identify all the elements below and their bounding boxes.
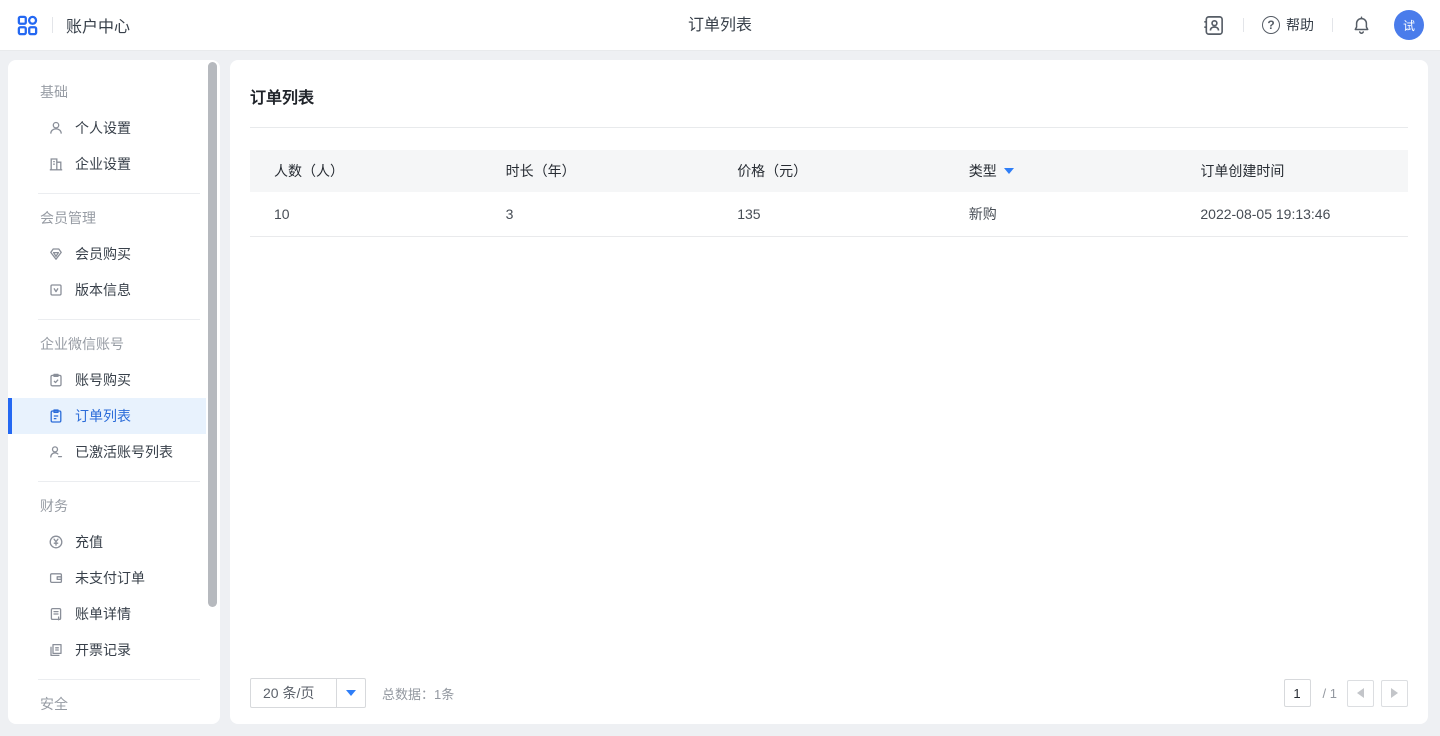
sidebar-divider: [38, 319, 200, 320]
sidebar-section-membership: 会员管理: [40, 208, 220, 228]
cell-duration: 3: [482, 206, 714, 222]
prev-page-button[interactable]: [1347, 680, 1374, 707]
sidebar-section-wecom: 企业微信账号: [40, 334, 220, 354]
page-number-input[interactable]: [1284, 679, 1311, 707]
col-header-price: 价格（元）: [713, 161, 945, 181]
sidebar-divider: [38, 481, 200, 482]
sidebar-item-label: 开票记录: [75, 640, 131, 660]
sidebar-item-activated-accounts[interactable]: 已激活账号列表: [8, 434, 206, 470]
orders-table: 人数（人） 时长（年） 价格（元） 类型 订单创建时间 10 3 135 新购 …: [250, 150, 1408, 237]
sidebar-item-personal-settings[interactable]: 个人设置: [8, 110, 206, 146]
cell-created-time: 2022-08-05 19:13:46: [1176, 206, 1408, 222]
sort-desc-icon[interactable]: [1004, 168, 1014, 174]
avatar[interactable]: 试: [1394, 10, 1424, 40]
sidebar-item-version-info[interactable]: 版本信息: [8, 272, 206, 308]
page-size-value: 20 条/页: [251, 683, 336, 703]
total-count-label: 总数据：1条: [382, 684, 454, 703]
sidebar: 基础 个人设置 企业设置 会员管理 会员购买: [8, 60, 220, 724]
contacts-icon[interactable]: [1202, 14, 1225, 37]
sidebar-item-enterprise-settings[interactable]: 企业设置: [8, 146, 206, 182]
apps-grid-icon[interactable]: [16, 14, 39, 37]
sidebar-item-unpaid-orders[interactable]: 未支付订单: [8, 560, 206, 596]
col-header-created-time: 订单创建时间: [1176, 161, 1408, 181]
brand: 账户中心: [16, 13, 130, 37]
table-row: 10 3 135 新购 2022-08-05 19:13:46: [250, 192, 1408, 237]
sidebar-item-label: 企业设置: [75, 154, 131, 174]
prev-arrow-icon: [1357, 688, 1364, 698]
sidebar-section-basic: 基础: [40, 82, 220, 102]
sidebar-item-invoice-records[interactable]: 开票记录: [8, 632, 206, 668]
next-page-button[interactable]: [1381, 680, 1408, 707]
version-icon: [48, 282, 64, 298]
sidebar-item-member-purchase[interactable]: 会员购买: [8, 236, 206, 272]
next-arrow-icon: [1391, 688, 1398, 698]
brand-name: 账户中心: [66, 13, 130, 37]
page-title: 订单列表: [688, 0, 752, 51]
diamond-icon: [48, 246, 64, 262]
select-arrow-area: [336, 679, 365, 707]
user-list-icon: [48, 444, 64, 460]
sidebar-item-label: 个人设置: [75, 118, 131, 138]
app-header: 账户中心 订单列表 ? 帮助 试: [0, 0, 1440, 51]
chevron-down-icon: [346, 690, 356, 696]
cell-price: 135: [713, 206, 945, 222]
table-header-row: 人数（人） 时长（年） 价格（元） 类型 订单创建时间: [250, 150, 1408, 192]
col-header-duration: 时长（年）: [482, 161, 714, 181]
user-icon: [48, 120, 64, 136]
title-divider: [250, 127, 1408, 128]
bell-icon[interactable]: [1351, 15, 1372, 36]
cell-people: 10: [250, 206, 482, 222]
main-content: 订单列表 人数（人） 时长（年） 价格（元） 类型 订单创建时间 10 3 13…: [230, 60, 1428, 724]
sidebar-section-finance: 财务: [40, 496, 220, 516]
sidebar-item-label: 未支付订单: [75, 568, 145, 588]
pager: / 1: [1284, 679, 1408, 707]
sidebar-item-label: 账号购买: [75, 370, 131, 390]
sidebar-item-label: 账单详情: [75, 604, 131, 624]
sidebar-scrollbar[interactable]: [208, 62, 217, 607]
cell-type: 新购: [945, 204, 1177, 224]
sidebar-item-label: 版本信息: [75, 280, 131, 300]
sidebar-item-label: 订单列表: [75, 406, 131, 426]
help-label: 帮助: [1286, 15, 1314, 35]
header-actions: ? 帮助 试: [1202, 10, 1424, 40]
sidebar-item-account-purchase[interactable]: 账号购买: [8, 362, 206, 398]
card-title: 订单列表: [230, 60, 1428, 108]
sidebar-item-bill-details[interactable]: 账单详情: [8, 596, 206, 632]
header-divider: [1332, 18, 1333, 32]
page-total-label: / 1: [1323, 686, 1337, 701]
recharge-icon: [48, 534, 64, 550]
sidebar-item-order-list[interactable]: 订单列表: [8, 398, 206, 434]
sidebar-section-security: 安全: [40, 694, 220, 714]
page-size-select[interactable]: 20 条/页: [250, 678, 366, 708]
help-button[interactable]: ? 帮助: [1262, 15, 1314, 35]
help-icon: ?: [1262, 16, 1280, 34]
wallet-icon: [48, 570, 64, 586]
building-icon: [48, 156, 64, 172]
col-header-people: 人数（人）: [250, 161, 482, 181]
sidebar-divider: [38, 679, 200, 680]
pagination-bar: 20 条/页 总数据：1条 / 1: [250, 678, 1408, 708]
sidebar-item-label: 已激活账号列表: [75, 442, 173, 462]
brand-divider: [52, 17, 53, 33]
header-divider: [1243, 18, 1244, 32]
invoice-icon: [48, 642, 64, 658]
sidebar-item-recharge[interactable]: 充值: [8, 524, 206, 560]
clipboard-check-icon: [48, 372, 64, 388]
order-list-icon: [48, 408, 64, 424]
sidebar-item-label: 会员购买: [75, 244, 131, 264]
sidebar-item-label: 充值: [75, 532, 103, 552]
sidebar-divider: [38, 193, 200, 194]
col-header-type: 类型: [945, 161, 1177, 181]
bill-icon: [48, 606, 64, 622]
